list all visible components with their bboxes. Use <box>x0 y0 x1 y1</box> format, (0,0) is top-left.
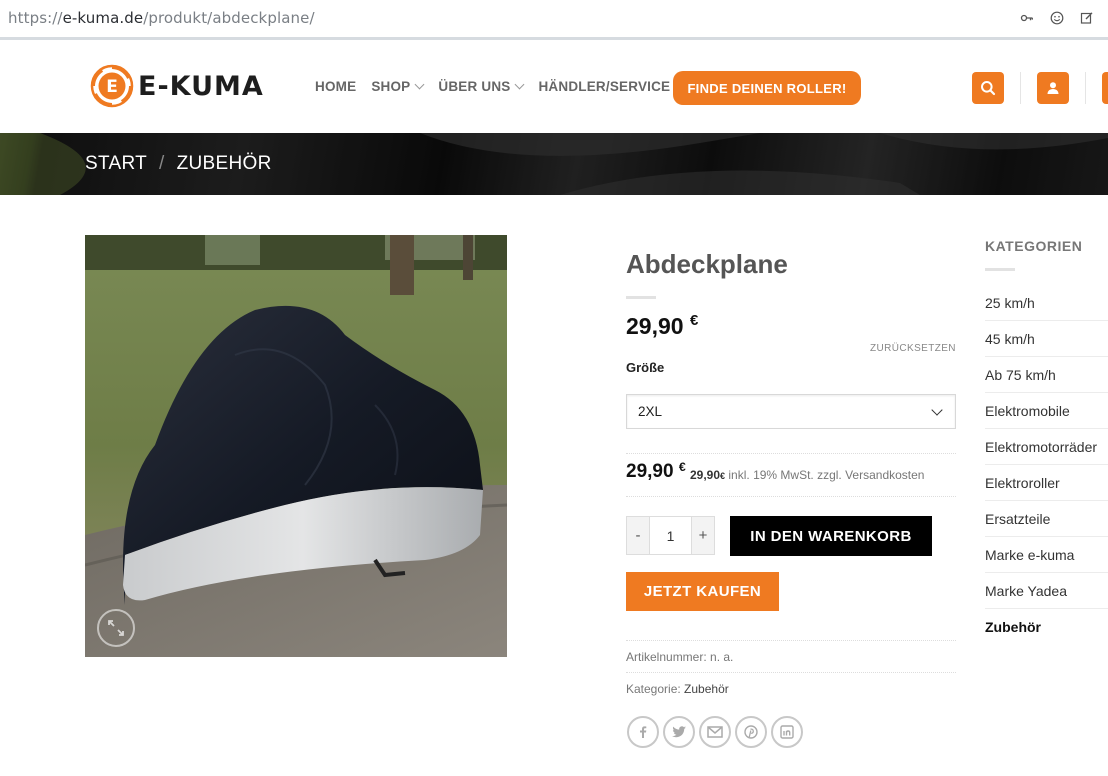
quantity-minus-button[interactable]: - <box>627 517 649 554</box>
breadcrumb-separator: / <box>159 153 165 174</box>
nav-home[interactable]: HOME <box>315 79 356 94</box>
variant-price: 29,90 € <box>626 460 686 483</box>
breadcrumb: START / ZUBEHÖR <box>85 153 272 175</box>
twitter-icon[interactable] <box>663 716 695 748</box>
category-item-elektromobile[interactable]: Elektromobile <box>985 393 1108 429</box>
quantity-plus-button[interactable]: + <box>692 517 714 554</box>
share-buttons <box>627 716 803 748</box>
category-line: Kategorie: Zubehör <box>626 682 729 696</box>
sidebar-title-divider <box>985 268 1015 271</box>
main-nav: HOME SHOP ÜBER UNS HÄNDLER/SERVICE <box>315 79 685 94</box>
browser-url-bar[interactable]: https://e-kuma.de/produkt/abdeckplane/ <box>0 0 1108 40</box>
account-button[interactable] <box>1037 72 1069 104</box>
nav-ueber-uns[interactable]: ÜBER UNS <box>438 79 525 94</box>
user-icon <box>1047 82 1059 94</box>
nav-shop-label: SHOP <box>371 79 411 94</box>
category-item-25kmh[interactable]: 25 km/h <box>985 285 1108 321</box>
find-scooter-button[interactable]: FINDE DEINEN ROLLER! <box>673 71 861 105</box>
quantity-input[interactable]: 1 <box>649 517 692 554</box>
category-link[interactable]: Zubehör <box>684 682 729 696</box>
chevron-down-icon <box>414 79 425 90</box>
category-item-45kmh[interactable]: 45 km/h <box>985 321 1108 357</box>
size-select[interactable]: 2XL <box>626 394 956 429</box>
category-item-elektromotorraeder[interactable]: Elektromotorräder <box>985 429 1108 465</box>
category-list: 25 km/h 45 km/h Ab 75 km/h Elektromobile… <box>985 285 1108 645</box>
chevron-down-icon <box>931 404 943 416</box>
breadcrumb-start[interactable]: START <box>85 153 147 175</box>
edit-icon[interactable] <box>1080 11 1094 25</box>
divider <box>626 453 956 454</box>
page-banner: START / ZUBEHÖR <box>0 133 1108 195</box>
search-icon <box>981 81 996 96</box>
tax-price: 29,90 <box>690 468 721 482</box>
nav-ueber-uns-label: ÜBER UNS <box>438 79 511 94</box>
add-to-cart-button[interactable]: IN DEN WARENKORB <box>730 516 932 556</box>
nav-shop[interactable]: SHOP <box>371 79 425 94</box>
tax-info: 29,90€ inkl. 19% MwSt. zzgl. Versandkost… <box>690 468 924 482</box>
nav-haendler-service-label: HÄNDLER/SERVICE <box>538 79 671 94</box>
search-button[interactable] <box>972 72 1004 104</box>
sku-label: Artikelnummer: <box>626 650 707 664</box>
price-currency: € <box>689 312 699 329</box>
divider <box>626 496 956 497</box>
site-logo[interactable]: E E-KUMA <box>90 64 264 108</box>
chevron-down-icon <box>515 79 525 90</box>
buy-now-button[interactable]: JETZT KAUFEN <box>626 572 779 611</box>
category-item-ersatzteile[interactable]: Ersatzteile <box>985 501 1108 537</box>
url-host: e-kuma.de <box>62 9 144 27</box>
zoom-icon[interactable] <box>97 609 135 647</box>
product-photo <box>85 235 507 657</box>
emoji-icon[interactable] <box>1050 11 1064 25</box>
site-header: E E-KUMA HOME SHOP ÜBER UNS HÄNDLER/SERV… <box>0 43 1108 133</box>
email-icon[interactable] <box>699 716 731 748</box>
logo-text: E-KUMA <box>138 70 264 102</box>
divider <box>626 672 956 673</box>
price-value: 29,90 <box>626 313 684 339</box>
divider <box>626 640 956 641</box>
nav-haendler-service[interactable]: HÄNDLER/SERVICE <box>538 79 685 94</box>
linkedin-icon[interactable] <box>771 716 803 748</box>
header-divider <box>1085 72 1086 104</box>
facebook-icon[interactable] <box>627 716 659 748</box>
size-label: Größe <box>626 360 665 375</box>
url-path: /produkt/abdeckplane/ <box>143 9 315 27</box>
sku-line: Artikelnummer: n. a. <box>626 650 733 664</box>
category-item-zubehoer[interactable]: Zubehör <box>985 609 1108 645</box>
product-price: 29,90 € <box>626 312 699 340</box>
svg-text:E: E <box>106 77 118 97</box>
cart-button[interactable] <box>1102 72 1108 104</box>
reset-link[interactable]: ZURÜCKSETZEN <box>870 343 956 354</box>
tax-text: inkl. 19% MwSt. zzgl. Versandkosten <box>728 468 925 482</box>
product-image[interactable] <box>85 235 507 657</box>
category-item-marke-e-kuma[interactable]: Marke e-kuma <box>985 537 1108 573</box>
size-select-value: 2XL <box>638 404 663 419</box>
pinterest-icon[interactable] <box>735 716 767 748</box>
nav-home-label: HOME <box>315 79 357 94</box>
category-item-marke-yadea[interactable]: Marke Yadea <box>985 573 1108 609</box>
quantity-stepper: - 1 + <box>626 516 715 555</box>
header-divider <box>1020 72 1021 104</box>
category-item-ab-75kmh[interactable]: Ab 75 km/h <box>985 357 1108 393</box>
tax-currency: € <box>720 471 726 481</box>
url-text[interactable]: https://e-kuma.de/produkt/abdeckplane/ <box>8 9 315 27</box>
sidebar-title: KATEGORIEN <box>985 238 1083 254</box>
breadcrumb-zubehoer[interactable]: ZUBEHÖR <box>177 153 272 175</box>
variant-price-currency: € <box>678 460 686 474</box>
product-title: Abdeckplane <box>626 249 788 279</box>
sku-value: n. a. <box>710 650 734 664</box>
variant-price-value: 29,90 <box>626 461 674 482</box>
category-label: Kategorie: <box>626 682 681 696</box>
category-item-elektroroller[interactable]: Elektroroller <box>985 465 1108 501</box>
url-scheme: https:// <box>8 9 63 27</box>
title-divider <box>626 296 656 299</box>
key-icon[interactable] <box>1020 11 1034 25</box>
logo-mark-icon: E <box>90 64 134 108</box>
